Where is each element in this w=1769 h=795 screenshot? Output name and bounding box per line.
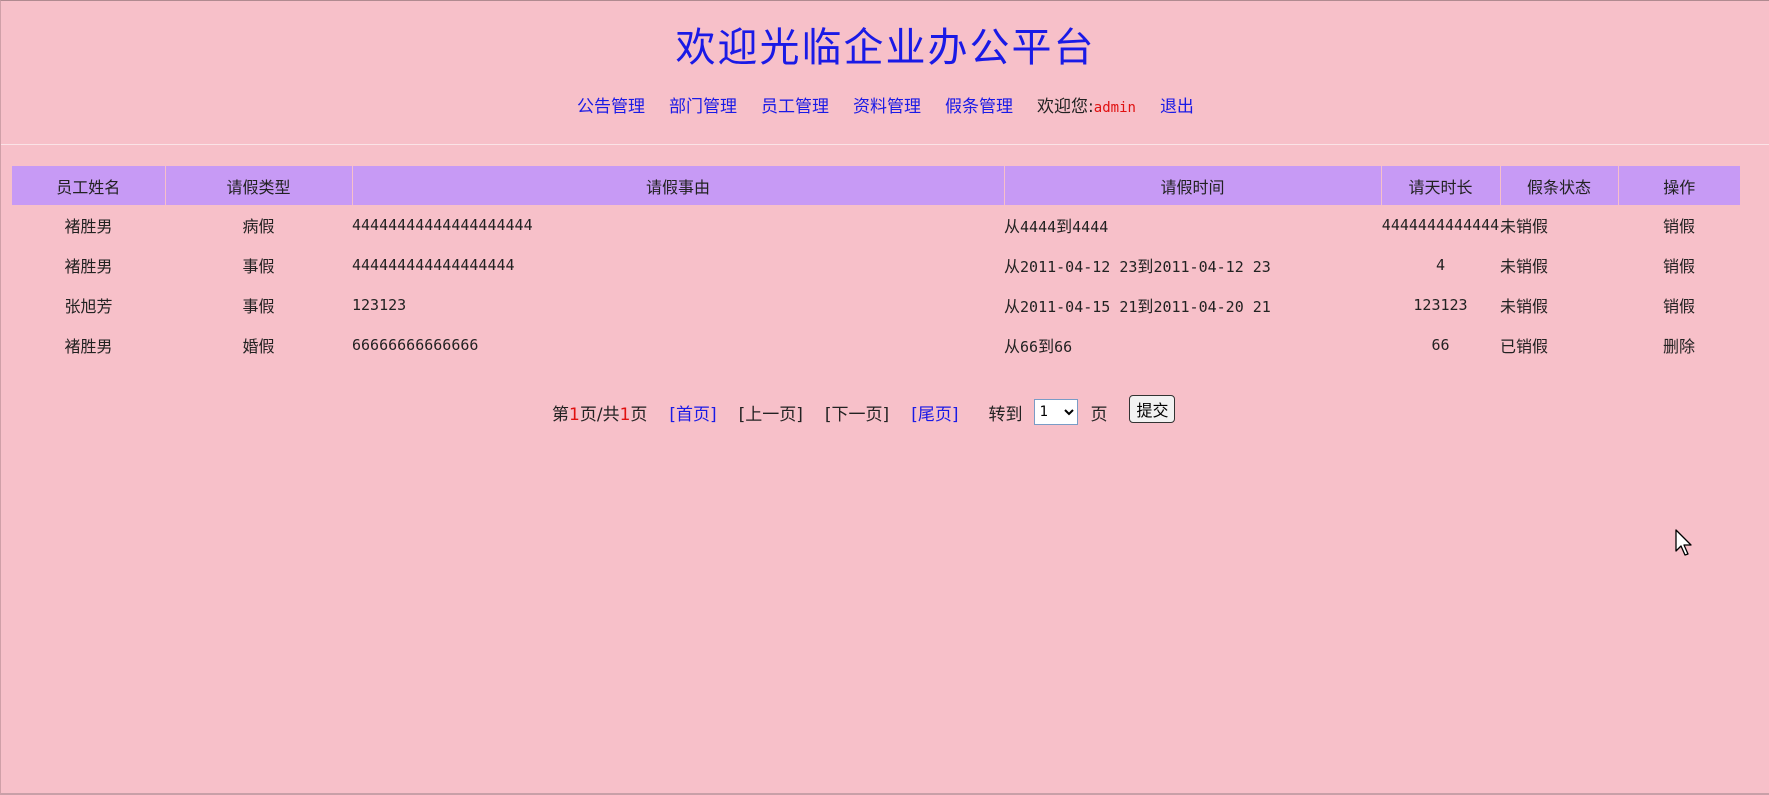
table-row: 褚胜男 婚假 66666666666666 从66到66 66 已销假 删除: [12, 325, 1740, 365]
current-page: 1: [569, 404, 580, 425]
leave-duration: 4444444444444: [1381, 216, 1500, 234]
time-from-label: 从: [1004, 297, 1021, 316]
leave-status: 未销假: [1500, 297, 1549, 316]
nav-documents[interactable]: 资料管理: [853, 97, 921, 117]
time-to: 2011-04-12 23: [1153, 258, 1271, 276]
nav-departments[interactable]: 部门管理: [669, 97, 737, 117]
page-select[interactable]: 1: [1034, 399, 1079, 425]
leave-status: 未销假: [1500, 217, 1549, 236]
time-to: 2011-04-20 21: [1153, 298, 1271, 316]
leave-status: 已销假: [1500, 337, 1549, 356]
time-from: 66: [1020, 338, 1039, 356]
time-to: 4444: [1072, 218, 1109, 236]
delete-link[interactable]: 删除: [1618, 325, 1740, 365]
column-header-reason: 请假事由: [352, 166, 1005, 205]
employee-name: 褚胜男: [64, 337, 113, 356]
nav-employees[interactable]: 员工管理: [761, 97, 829, 117]
leave-time: 从4444到4444: [1004, 205, 1381, 245]
leave-time: 从2011-04-15 21到2011-04-20 21: [1004, 285, 1381, 325]
leave-reason: 444444444444444444: [352, 256, 515, 274]
time-from-label: 从: [1004, 337, 1021, 356]
mouse-pointer-icon: [1675, 529, 1692, 556]
cancel-leave-link[interactable]: 销假: [1618, 205, 1740, 245]
column-header-action: 操作: [1618, 166, 1740, 205]
nav-announcements[interactable]: 公告管理: [577, 97, 645, 117]
leave-reason: 44444444444444444444: [352, 216, 533, 234]
time-to-label: 到: [1137, 297, 1154, 316]
leave-duration: 66: [1431, 336, 1450, 354]
username: admin: [1093, 100, 1136, 116]
page-suffix: 页: [630, 404, 648, 425]
leave-duration: 4: [1435, 256, 1446, 274]
time-to: 66: [1054, 338, 1073, 356]
top-nav: 公告管理 部门管理 员工管理 资料管理 假条管理 欢迎您:admin 退出: [1, 92, 1769, 117]
leave-time: 从66到66: [1004, 325, 1381, 365]
time-to-label: 到: [1137, 257, 1154, 276]
goto-label: 转到: [988, 404, 1023, 425]
pagination: 第1页/共1页 [首页] [上一页] [下一页] [尾页] 转到 1 页 提交: [552, 395, 1176, 426]
leave-type: 婚假: [242, 337, 275, 356]
leave-type: 事假: [242, 257, 275, 276]
leave-reason: 66666666666666: [352, 336, 479, 354]
last-page-link[interactable]: [尾页]: [911, 400, 958, 425]
page-prefix: 第: [552, 404, 569, 425]
leave-reason: 123123: [352, 296, 407, 314]
table-row: 褚胜男 事假 444444444444444444 从2011-04-12 23…: [12, 245, 1740, 285]
leave-time: 从2011-04-12 23到2011-04-12 23: [1004, 245, 1381, 285]
leave-type: 病假: [242, 217, 275, 236]
table-row: 张旭芳 事假 123123 从2011-04-15 21到2011-04-20 …: [12, 285, 1740, 325]
header-divider: [1, 144, 1769, 145]
column-header-duration: 请天时长: [1381, 166, 1501, 205]
leave-table: 员工姓名 请假类型 请假事由 请假时间 请天时长 假条状态 操作 褚胜男 病假 …: [12, 166, 1740, 365]
employee-name: 褚胜男: [64, 217, 113, 236]
page-mid: 页/共: [579, 404, 620, 425]
table-row: 褚胜男 病假 44444444444444444444 从4444到4444 4…: [12, 205, 1740, 245]
cancel-leave-link[interactable]: 销假: [1618, 245, 1740, 285]
column-header-type: 请假类型: [165, 166, 353, 205]
time-from-label: 从: [1004, 217, 1021, 236]
column-header-name: 员工姓名: [12, 166, 166, 205]
employee-name: 褚胜男: [64, 257, 113, 276]
time-to-label: 到: [1038, 337, 1055, 356]
leave-status: 未销假: [1500, 257, 1549, 276]
cancel-leave-link[interactable]: 销假: [1618, 285, 1740, 325]
table-header-row: 员工姓名 请假类型 请假事由 请假时间 请天时长 假条状态 操作: [12, 166, 1740, 205]
leave-type: 事假: [242, 297, 275, 316]
time-from-label: 从: [1004, 257, 1021, 276]
first-page-link[interactable]: [首页]: [669, 400, 716, 425]
time-from: 2011-04-12 23: [1020, 258, 1138, 276]
time-from: 2011-04-15 21: [1020, 298, 1138, 316]
page-unit-label: 页: [1090, 404, 1108, 425]
site-title: 欢迎光临企业办公平台: [675, 25, 1096, 71]
time-to-label: 到: [1056, 217, 1073, 236]
column-header-time: 请假时间: [1004, 166, 1382, 205]
page-indicator: 第1页/共1页: [552, 400, 647, 425]
column-header-status: 假条状态: [1500, 166, 1619, 205]
next-page-link[interactable]: [下一页]: [825, 400, 889, 425]
welcome-label: 欢迎您:: [1037, 97, 1094, 117]
logout-link[interactable]: 退出: [1160, 97, 1194, 117]
time-from: 4444: [1020, 218, 1057, 236]
total-pages: 1: [619, 404, 631, 425]
prev-page-link[interactable]: [上一页]: [739, 400, 803, 425]
nav-leave-requests[interactable]: 假条管理: [945, 97, 1013, 117]
submit-button[interactable]: 提交: [1129, 395, 1176, 423]
employee-name: 张旭芳: [64, 297, 113, 316]
leave-duration: 123123: [1413, 296, 1468, 314]
